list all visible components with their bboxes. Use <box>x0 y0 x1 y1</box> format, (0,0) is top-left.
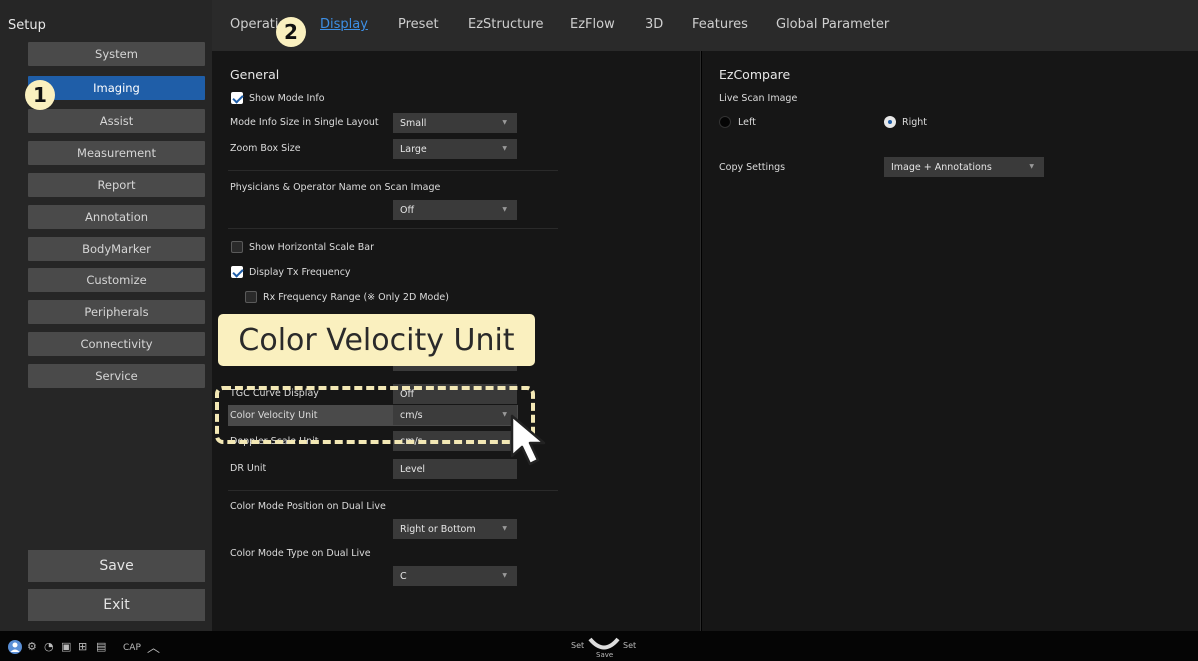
radio-right-label: Right <box>902 117 928 128</box>
sidebar-item-connectivity[interactable]: Connectivity <box>28 332 205 356</box>
tab-3d[interactable]: 3D <box>645 17 663 32</box>
callout-label: Color Velocity Unit <box>218 314 535 366</box>
trackball-icon <box>588 637 620 650</box>
exit-button[interactable]: Exit <box>28 589 205 621</box>
sidebar-title: Setup <box>8 18 46 33</box>
zoom-box-size-value: Large <box>400 143 427 155</box>
color-mode-position-dropdown[interactable]: Right or Bottom ▼ <box>393 519 517 539</box>
mode-info-size-value: Small <box>400 117 427 129</box>
chevron-down-icon: ▼ <box>502 119 507 126</box>
show-mode-info-label: Show Mode Info <box>249 93 325 104</box>
live-scan-image-label: Live Scan Image <box>719 93 798 104</box>
step-badge-2: 2 <box>276 17 306 47</box>
chevron-up-icon[interactable]: ︿ <box>147 637 160 656</box>
divider <box>228 490 558 491</box>
tab-features[interactable]: Features <box>692 17 748 32</box>
save-button[interactable]: Save <box>28 550 205 582</box>
display-tx-frequency-label: Display Tx Frequency <box>249 267 351 278</box>
copy-settings-dropdown[interactable]: Image + Annotations ▼ <box>884 157 1044 177</box>
save-hint-label: Save <box>596 651 614 659</box>
mode-info-size-label: Mode Info Size in Single Layout <box>230 117 379 128</box>
dr-unit-label: DR Unit <box>230 463 267 474</box>
sidebar-item-assist[interactable]: Assist <box>28 109 205 133</box>
set-right-label: Set <box>623 641 637 650</box>
chevron-down-icon: ▼ <box>502 525 507 532</box>
chevron-down-icon: ▼ <box>502 206 507 213</box>
color-mode-type-dropdown[interactable]: C ▼ <box>393 566 517 586</box>
clock-icon: ◔ <box>44 640 54 653</box>
color-mode-position-label: Color Mode Position on Dual Live <box>230 501 386 512</box>
sidebar-item-peripherals[interactable]: Peripherals <box>28 300 205 324</box>
horizontal-scale-bar-checkbox[interactable] <box>231 241 243 253</box>
chevron-down-icon: ▼ <box>502 572 507 579</box>
general-title: General <box>230 67 280 82</box>
rx-frequency-range-checkbox[interactable] <box>245 291 257 303</box>
sidebar-item-customize[interactable]: Customize <box>28 268 205 292</box>
copy-settings-value: Image + Annotations <box>891 161 992 173</box>
physicians-name-value: Off <box>400 204 415 216</box>
printer-icon: ▤ <box>96 640 107 653</box>
usb-icon: ⊞ <box>78 640 88 653</box>
tab-ezflow[interactable]: EzFlow <box>570 17 615 32</box>
tab-preset[interactable]: Preset <box>398 17 439 32</box>
physicians-name-dropdown[interactable]: Off ▼ <box>393 200 517 220</box>
color-mode-position-value: Right or Bottom <box>400 523 476 535</box>
tab-global-parameter[interactable]: Global Parameter <box>776 17 889 32</box>
tab-display[interactable]: Display <box>320 17 368 32</box>
cursor-icon <box>510 414 546 466</box>
chevron-down-icon: ▼ <box>502 145 507 152</box>
ezcompare-title: EzCompare <box>719 67 791 82</box>
cap-label: CAP <box>123 643 141 653</box>
chevron-down-icon: ▼ <box>1029 163 1034 170</box>
radio-left[interactable] <box>719 116 731 128</box>
physicians-name-label: Physicians & Operator Name on Scan Image <box>230 182 441 193</box>
set-left-label: Set <box>571 641 585 650</box>
sidebar-item-report[interactable]: Report <box>28 173 205 197</box>
highlight-dashed-box <box>215 386 535 444</box>
rx-frequency-range-label: Rx Frequency Range (※ Only 2D Mode) <box>263 292 449 303</box>
horizontal-scale-bar-label: Show Horizontal Scale Bar <box>249 242 375 253</box>
sidebar-item-system[interactable]: System <box>28 42 205 66</box>
step-badge-1: 1 <box>25 80 55 110</box>
radio-right[interactable] <box>884 116 896 128</box>
color-mode-type-value: C <box>400 570 407 582</box>
ezcompare-panel <box>702 51 1198 631</box>
display-tx-frequency-checkbox[interactable] <box>231 266 243 278</box>
tab-ezstructure[interactable]: EzStructure <box>468 17 544 32</box>
network-icon: ⚙ <box>27 640 37 653</box>
sidebar-item-service[interactable]: Service <box>28 364 205 388</box>
divider <box>228 228 558 229</box>
copy-settings-label: Copy Settings <box>719 162 786 173</box>
zoom-box-size-label: Zoom Box Size <box>230 143 301 154</box>
mode-info-size-dropdown[interactable]: Small ▼ <box>393 113 517 133</box>
dr-unit-value: Level <box>400 463 426 475</box>
user-icon <box>8 640 22 654</box>
sidebar-item-measurement[interactable]: Measurement <box>28 141 205 165</box>
radio-left-label: Left <box>738 117 756 128</box>
sidebar-item-bodymarker[interactable]: BodyMarker <box>28 237 205 261</box>
storage-icon: ▣ <box>61 640 72 653</box>
zoom-box-size-dropdown[interactable]: Large ▼ <box>393 139 517 159</box>
divider <box>228 170 558 171</box>
dr-unit-dropdown[interactable]: Level <box>393 459 517 479</box>
show-mode-info-checkbox[interactable] <box>231 92 243 104</box>
color-mode-type-label: Color Mode Type on Dual Live <box>230 548 371 559</box>
sidebar-item-annotation[interactable]: Annotation <box>28 205 205 229</box>
